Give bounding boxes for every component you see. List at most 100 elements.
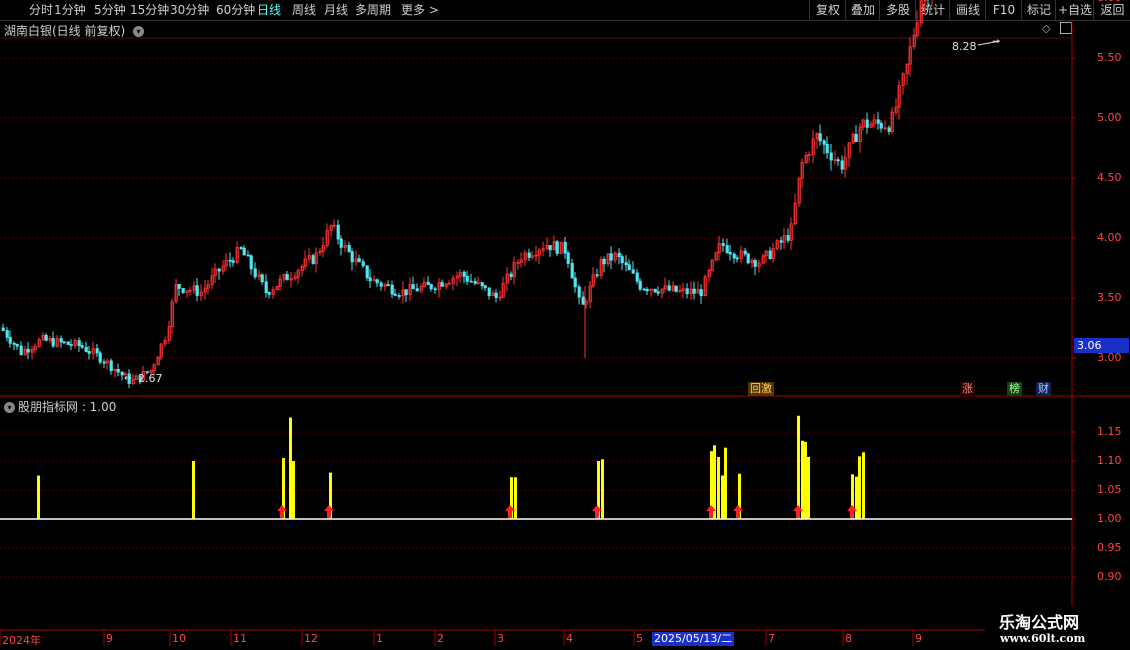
zhang-badge[interactable]: 涨 xyxy=(960,382,975,396)
candle-body xyxy=(473,280,477,284)
candle-body xyxy=(721,243,725,246)
cai-badge[interactable]: 财 xyxy=(1036,382,1051,396)
candle-body xyxy=(645,288,649,292)
indicator-tick-label: 1.10 xyxy=(1097,454,1122,467)
candle-body xyxy=(674,285,678,292)
candle-body xyxy=(743,250,747,255)
watermark-title: 乐淘公式网 xyxy=(999,613,1080,632)
candle-body xyxy=(570,263,574,279)
candle-body xyxy=(44,334,48,341)
candle-body xyxy=(577,286,581,298)
indicator-bar xyxy=(37,475,40,519)
candle-body xyxy=(231,260,235,263)
indicator-bar xyxy=(601,459,604,519)
candle-body xyxy=(753,260,757,267)
chart-canvas: 8.28 → 2.67 ← xyxy=(0,0,1130,646)
cursor-date-label: 2025/05/13/二 xyxy=(652,632,734,646)
indicator-bar xyxy=(797,415,800,519)
candle-body xyxy=(102,361,106,364)
candle-body xyxy=(393,293,397,296)
candle-body xyxy=(887,127,891,132)
candle-body xyxy=(375,279,379,284)
date-tick-label: 12 xyxy=(304,632,318,645)
candle-body xyxy=(566,252,570,264)
candle-body xyxy=(1,327,5,331)
candle-body xyxy=(469,280,473,283)
candle-body xyxy=(865,119,869,128)
candle-body xyxy=(84,346,88,352)
price-tick-label: 4.50 xyxy=(1097,171,1122,184)
candle-body xyxy=(8,336,12,344)
candle-body xyxy=(217,268,221,272)
candle-body xyxy=(336,224,340,240)
candle-body xyxy=(527,252,531,258)
date-tick-label: 9 xyxy=(106,632,113,645)
candle-body xyxy=(854,133,858,143)
candle-body xyxy=(228,259,232,262)
candle-body xyxy=(699,289,703,297)
buy-arrow-icon xyxy=(733,505,743,518)
candle-body xyxy=(638,280,642,290)
candle-body xyxy=(429,284,433,290)
candle-body xyxy=(350,251,354,263)
candle-body xyxy=(59,338,63,343)
candle-body xyxy=(617,252,621,258)
candle-body xyxy=(285,274,289,281)
indicator-bar xyxy=(855,476,858,519)
candle-body xyxy=(368,277,372,282)
candle-body xyxy=(95,348,99,354)
date-tick-label: 2024年 xyxy=(2,634,41,647)
date-tick-label: 1 xyxy=(376,632,383,645)
indicator-bar xyxy=(717,456,720,519)
candle-body xyxy=(361,261,365,267)
candle-body xyxy=(642,288,646,291)
date-tick-label: 4 xyxy=(566,632,573,645)
candle-body xyxy=(339,238,343,248)
candle-body xyxy=(786,235,790,241)
candle-body xyxy=(735,257,739,260)
candle-body xyxy=(311,255,315,264)
buy-arrow-icon xyxy=(505,505,515,518)
candle-body xyxy=(87,351,91,354)
candle-body xyxy=(635,272,639,282)
candle-body xyxy=(487,287,491,297)
chevron-down-icon[interactable]: ▾ xyxy=(4,402,15,413)
candle-body xyxy=(253,268,257,278)
indicator-bar xyxy=(514,477,517,519)
indicator-tick-label: 0.95 xyxy=(1097,541,1122,554)
high-arrow-head: → xyxy=(992,37,1000,47)
candle-body xyxy=(876,119,880,124)
candle-body xyxy=(15,343,19,347)
indicator-bar xyxy=(721,475,724,519)
candle-body xyxy=(602,258,606,265)
indicator-tick-label: 1.00 xyxy=(1097,512,1122,525)
candle-body xyxy=(260,274,264,283)
candle-body xyxy=(267,292,271,295)
indicator-bar xyxy=(724,447,727,519)
candle-body xyxy=(397,295,401,297)
indicator-tick-label: 1.05 xyxy=(1097,483,1122,496)
indicator-bar xyxy=(858,456,861,519)
candle-body xyxy=(195,285,199,296)
candle-body xyxy=(768,250,772,259)
candle-body xyxy=(818,133,822,142)
candle-body xyxy=(98,352,102,363)
huiche-badge[interactable]: 回激 xyxy=(748,382,774,396)
low-price-label: 2.67 xyxy=(138,372,163,385)
date-tick-label: 7 xyxy=(768,632,775,645)
candle-body xyxy=(462,271,466,277)
candle-body xyxy=(483,285,487,289)
candle-body xyxy=(728,252,732,255)
date-tick-label: 9 xyxy=(915,632,922,645)
candle-body xyxy=(5,330,9,338)
candle-body xyxy=(836,159,840,162)
bang-badge[interactable]: 榜 xyxy=(1007,382,1022,396)
candle-body xyxy=(357,258,361,263)
indicator-bar xyxy=(804,441,807,519)
candle-body xyxy=(725,245,729,253)
candle-body xyxy=(77,340,81,347)
candle-body xyxy=(51,338,55,347)
date-tick-label: 5 xyxy=(636,632,643,645)
price-tick-label: 5.50 xyxy=(1097,51,1122,64)
indicator-bar xyxy=(292,461,295,519)
